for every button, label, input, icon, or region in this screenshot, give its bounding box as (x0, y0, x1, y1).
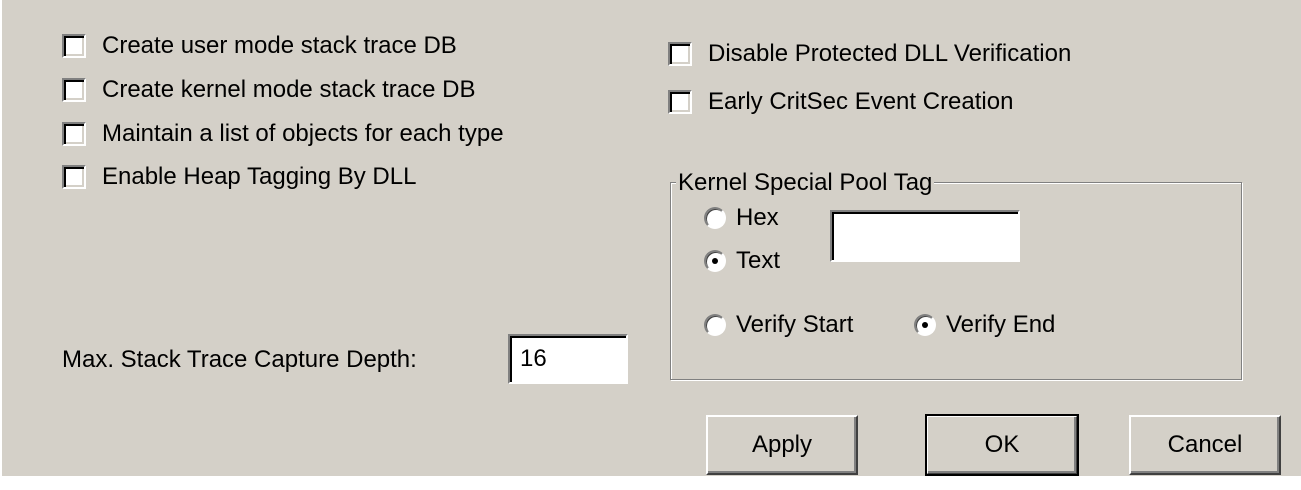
object-list-label: Maintain a list of objects for each type (102, 120, 504, 147)
verify-start-label: Verify Start (736, 311, 854, 338)
radio-row-verify-start[interactable]: Verify Start (704, 310, 853, 340)
object-list-checkbox[interactable] (62, 122, 86, 146)
user-stack-trace-label: Create user mode stack trace DB (102, 32, 457, 59)
checkbox-row-object-list[interactable]: Maintain a list of objects for each type (62, 118, 504, 150)
radio-row-verify-end[interactable]: Verify End (914, 310, 1055, 340)
hex-radio[interactable] (704, 207, 726, 229)
checkbox-row-kernel-stack-trace[interactable]: Create kernel mode stack trace DB (62, 74, 476, 106)
pool-tag-input[interactable] (830, 210, 1020, 262)
cancel-button[interactable]: Cancel (1129, 415, 1281, 475)
checkbox-row-heap-tagging-dll[interactable]: Enable Heap Tagging By DLL (62, 161, 416, 193)
stack-trace-depth-label: Max. Stack Trace Capture Depth: (62, 346, 417, 373)
global-flags-dialog: Create user mode stack trace DB Create k… (0, 0, 1301, 476)
kernel-stack-trace-checkbox[interactable] (62, 78, 86, 102)
radio-row-text[interactable]: Text (704, 246, 780, 276)
verify-start-radio[interactable] (704, 314, 726, 336)
disable-protected-dll-checkbox[interactable] (668, 42, 692, 66)
kernel-special-pool-tag-title: Kernel Special Pool Tag (676, 169, 935, 196)
early-critsec-label: Early CritSec Event Creation (708, 88, 1014, 115)
text-radio[interactable] (704, 250, 726, 272)
radio-row-hex[interactable]: Hex (704, 203, 779, 233)
kernel-stack-trace-label: Create kernel mode stack trace DB (102, 76, 476, 103)
text-label: Text (736, 247, 781, 274)
disable-protected-dll-label: Disable Protected DLL Verification (708, 40, 1072, 67)
heap-tagging-dll-checkbox[interactable] (62, 165, 86, 189)
user-stack-trace-checkbox[interactable] (62, 34, 86, 58)
checkbox-row-user-stack-trace[interactable]: Create user mode stack trace DB (62, 30, 457, 62)
checkbox-row-disable-protected-dll[interactable]: Disable Protected DLL Verification (668, 38, 1071, 70)
ok-button[interactable]: OK (925, 414, 1079, 476)
dialog-left-edge (0, 0, 2, 476)
heap-tagging-dll-label: Enable Heap Tagging By DLL (102, 163, 417, 190)
verify-end-label: Verify End (946, 311, 1056, 338)
stack-trace-depth-input[interactable] (508, 334, 628, 384)
hex-label: Hex (736, 204, 779, 231)
checkbox-row-early-critsec[interactable]: Early CritSec Event Creation (668, 86, 1013, 118)
early-critsec-checkbox[interactable] (668, 90, 692, 114)
apply-button[interactable]: Apply (706, 415, 858, 475)
verify-end-radio[interactable] (914, 314, 936, 336)
